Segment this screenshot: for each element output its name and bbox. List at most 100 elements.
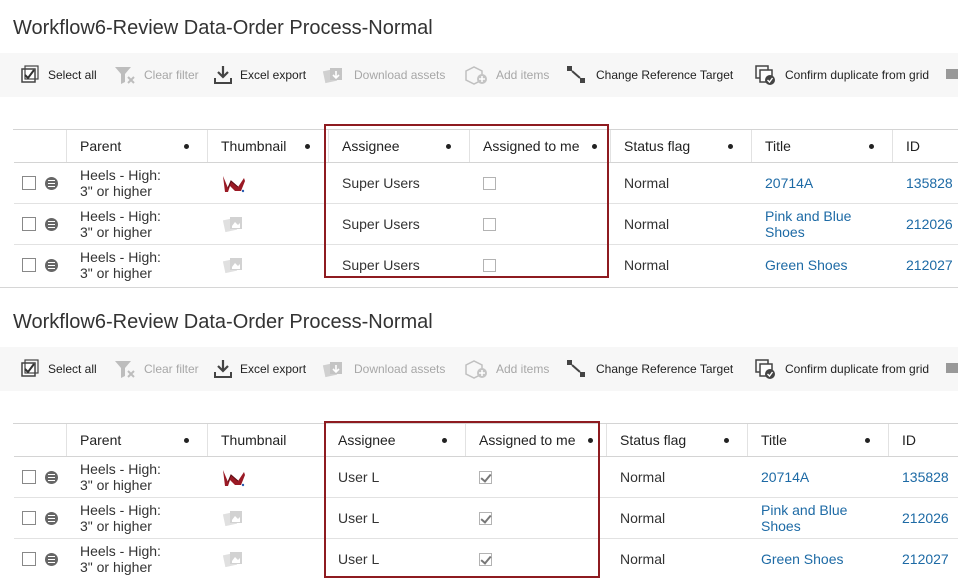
title-link[interactable]: Pink and Blue Shoes bbox=[761, 498, 889, 538]
column-header-assignee[interactable]: Assignee bbox=[329, 130, 470, 162]
column-menu-dot[interactable] bbox=[184, 144, 189, 149]
id-link[interactable]: 135828 bbox=[902, 457, 958, 497]
column-menu-dot[interactable] bbox=[869, 144, 874, 149]
id-link[interactable]: 212026 bbox=[902, 498, 958, 538]
row-menu-icon[interactable] bbox=[45, 176, 58, 190]
table-row[interactable]: Heels - High: 3" or higher Super Users No… bbox=[14, 245, 958, 284]
column-header-status-flag[interactable]: Status flag bbox=[607, 424, 748, 456]
placeholder-thumbnail[interactable] bbox=[223, 256, 245, 274]
excel-export-label: Excel export bbox=[240, 362, 307, 376]
assigned-to-me-checkbox[interactable] bbox=[479, 552, 492, 566]
row-checkbox[interactable] bbox=[22, 176, 36, 190]
row-menu-icon[interactable] bbox=[45, 511, 58, 525]
download-assets-button[interactable]: Download assets bbox=[322, 347, 445, 391]
column-menu-dot[interactable] bbox=[724, 438, 729, 443]
column-menu-dot[interactable] bbox=[442, 438, 447, 443]
thumbnail-cell bbox=[223, 245, 329, 284]
id-link[interactable]: 212026 bbox=[906, 204, 958, 244]
column-header-parent[interactable]: Parent bbox=[67, 424, 208, 456]
excel-export-button[interactable]: Excel export bbox=[214, 53, 306, 97]
panel-separator bbox=[0, 287, 958, 288]
placeholder-thumbnail[interactable] bbox=[223, 509, 245, 527]
header-select-cell bbox=[14, 130, 67, 162]
column-menu-dot[interactable] bbox=[305, 144, 310, 149]
assigned-to-me-checkbox[interactable] bbox=[483, 217, 496, 231]
column-menu-dot[interactable] bbox=[184, 438, 189, 443]
red-shoe-thumbnail[interactable] bbox=[221, 172, 247, 194]
assigned-to-me-cell bbox=[479, 498, 607, 538]
change-reference-target-button[interactable]: Change Reference Target bbox=[566, 347, 733, 391]
more-toolbar-icon[interactable] bbox=[946, 53, 958, 97]
row-checkbox[interactable] bbox=[22, 470, 36, 484]
row-menu-icon[interactable] bbox=[45, 258, 58, 272]
clear-filter-button[interactable]: Clear filter bbox=[114, 347, 199, 391]
row-menu-icon[interactable] bbox=[45, 470, 58, 484]
table-row[interactable]: Heels - High: 3" or higher User L Normal … bbox=[14, 457, 958, 498]
select-all-button[interactable]: Select all bbox=[20, 347, 97, 391]
id-link[interactable]: 135828 bbox=[906, 163, 958, 203]
id-link[interactable]: 212027 bbox=[902, 539, 958, 578]
table-row[interactable]: Heels - High: 3" or higher User L Normal … bbox=[14, 498, 958, 539]
more-toolbar-icon[interactable] bbox=[946, 347, 958, 391]
clear-filter-button[interactable]: Clear filter bbox=[114, 53, 199, 97]
assignee-cell: User L bbox=[338, 469, 380, 485]
assignee-cell: Super Users bbox=[342, 216, 420, 232]
reference-arrows-icon bbox=[567, 66, 585, 83]
title-link[interactable]: 20714A bbox=[761, 457, 889, 497]
change-reference-target-label: Change Reference Target bbox=[596, 362, 734, 376]
status-flag-cell: Normal bbox=[620, 551, 666, 567]
table-row[interactable]: Heels - High: 3" or higher User L Normal … bbox=[14, 539, 958, 578]
change-reference-target-button[interactable]: Change Reference Target bbox=[566, 53, 733, 97]
assigned-to-me-checkbox[interactable] bbox=[479, 470, 492, 484]
row-checkbox[interactable] bbox=[22, 258, 36, 272]
row-menu-icon[interactable] bbox=[45, 552, 58, 566]
confirm-duplicate-button[interactable]: Confirm duplicate from grid bbox=[755, 53, 929, 97]
title-link[interactable]: 20714A bbox=[765, 163, 893, 203]
column-header-id[interactable]: ID bbox=[889, 424, 958, 456]
column-header-title[interactable]: Title bbox=[752, 130, 893, 162]
assigned-to-me-cell bbox=[483, 163, 611, 203]
column-menu-dot[interactable] bbox=[865, 438, 870, 443]
assigned-to-me-checkbox[interactable] bbox=[479, 511, 492, 525]
column-header-thumbnail[interactable]: Thumbnail bbox=[208, 424, 325, 456]
placeholder-thumbnail[interactable] bbox=[223, 215, 245, 233]
table-row[interactable]: Heels - High: 3" or higher Super Users No… bbox=[14, 204, 958, 245]
confirm-duplicate-button[interactable]: Confirm duplicate from grid bbox=[755, 347, 929, 391]
title-link[interactable]: Green Shoes bbox=[761, 539, 889, 578]
select-all-button[interactable]: Select all bbox=[20, 53, 97, 97]
placeholder-thumbnail[interactable] bbox=[223, 550, 245, 568]
column-menu-dot[interactable] bbox=[446, 144, 451, 149]
row-checkbox[interactable] bbox=[22, 552, 36, 566]
column-menu-dot[interactable] bbox=[592, 144, 597, 149]
row-checkbox[interactable] bbox=[22, 511, 36, 525]
reference-arrows-icon bbox=[567, 360, 585, 377]
column-menu-dot[interactable] bbox=[728, 144, 733, 149]
title-link[interactable]: Pink and Blue Shoes bbox=[765, 204, 893, 244]
column-header-title[interactable]: Title bbox=[748, 424, 889, 456]
row-menu-icon[interactable] bbox=[45, 217, 58, 231]
column-header-assigned-to-me[interactable]: Assigned to me bbox=[466, 424, 607, 456]
grid-header: Parent Thumbnail Assignee Assigned to me… bbox=[14, 130, 958, 163]
title-link[interactable]: Green Shoes bbox=[765, 245, 893, 284]
column-header-thumbnail[interactable]: Thumbnail bbox=[208, 130, 329, 162]
column-header-assigned-to-me[interactable]: Assigned to me bbox=[470, 130, 611, 162]
add-items-button[interactable]: Add items bbox=[464, 53, 549, 97]
row-checkbox[interactable] bbox=[22, 217, 36, 231]
excel-export-button[interactable]: Excel export bbox=[214, 347, 306, 391]
download-icon bbox=[214, 66, 232, 84]
add-items-button[interactable]: Add items bbox=[464, 347, 549, 391]
table-row[interactable]: Heels - High: 3" or higher Super Users No… bbox=[14, 163, 958, 204]
column-header-parent[interactable]: Parent bbox=[67, 130, 208, 162]
assigned-to-me-checkbox[interactable] bbox=[483, 258, 496, 272]
clear-filter-label: Clear filter bbox=[144, 362, 199, 376]
assigned-to-me-checkbox[interactable] bbox=[483, 176, 496, 190]
red-shoe-thumbnail[interactable] bbox=[221, 466, 247, 488]
column-header-id[interactable]: ID bbox=[893, 130, 958, 162]
column-header-assignee[interactable]: Assignee bbox=[325, 424, 466, 456]
column-header-status-flag[interactable]: Status flag bbox=[611, 130, 752, 162]
parent-cell: Heels - High: 3" or higher bbox=[80, 208, 161, 240]
id-link[interactable]: 212027 bbox=[906, 245, 958, 284]
download-assets-button[interactable]: Download assets bbox=[322, 53, 445, 97]
thumbnail-cell bbox=[221, 163, 329, 203]
column-menu-dot[interactable] bbox=[588, 438, 593, 443]
